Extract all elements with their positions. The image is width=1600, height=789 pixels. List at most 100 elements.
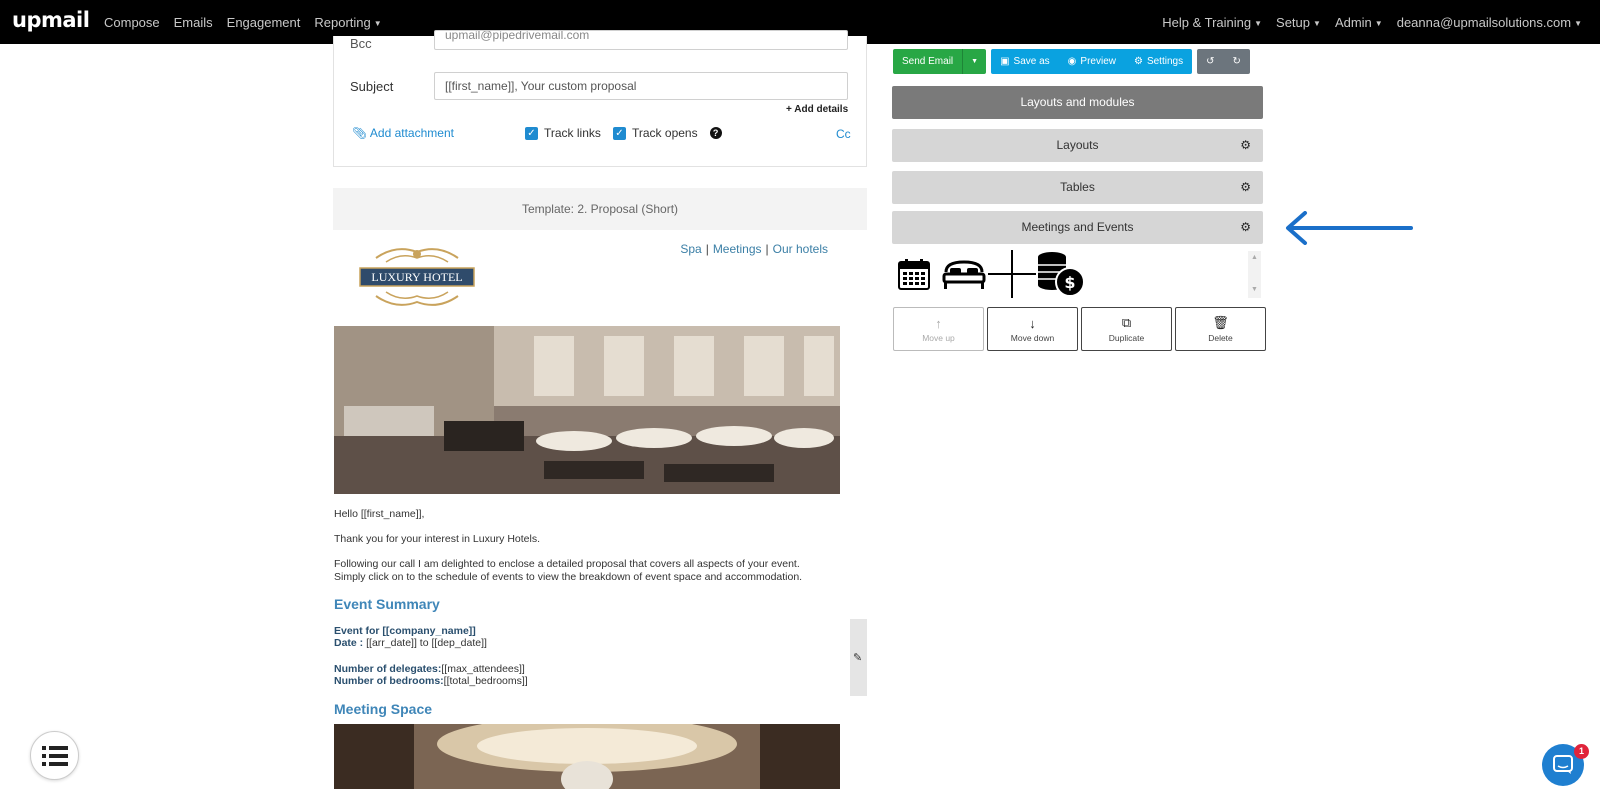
scroll-down-arrow-icon[interactable]: ▼ — [1251, 286, 1258, 293]
move-up-button[interactable]: ↑ Move up — [893, 307, 984, 351]
hero-ballroom-image — [334, 326, 840, 494]
upmail-logo[interactable]: upmail — [12, 8, 90, 32]
delegates-value: [[max_attendees]] — [441, 663, 525, 675]
add-attachment-link[interactable]: 📎︎ Add attachment — [352, 126, 454, 140]
caret-down-icon: ▼ — [1313, 18, 1321, 28]
nav-admin[interactable]: Admin ▼ — [1335, 15, 1383, 30]
undo-redo-group: ↺ ↻ — [1197, 49, 1250, 74]
redo-button[interactable]: ↻ — [1223, 49, 1250, 74]
add-details-link[interactable]: + Add details — [786, 104, 848, 115]
nav-reporting[interactable]: Reporting ▼ — [314, 15, 381, 30]
nav-help-training[interactable]: Help & Training ▼ — [1162, 15, 1262, 30]
send-email-button[interactable]: Send Email — [893, 49, 963, 74]
nav-setup[interactable]: Setup ▼ — [1276, 15, 1321, 30]
move-down-button[interactable]: ↓ Move down — [987, 307, 1078, 351]
caret-down-icon: ▼ — [1574, 18, 1582, 28]
help-question-icon[interactable]: ? — [709, 127, 722, 139]
cc-link[interactable]: Cc — [836, 127, 851, 141]
email-thanks: Thank you for your interest in Luxury Ho… — [334, 533, 541, 545]
settings-button[interactable]: ⚙ Settings — [1124, 49, 1193, 74]
nav-help-label: Help & Training — [1162, 14, 1252, 30]
nav-emails[interactable]: Emails — [174, 15, 213, 30]
gears-icon: ⚙ — [1133, 56, 1143, 67]
accordion-layouts-label: Layouts — [1056, 138, 1099, 152]
edit-module-strip[interactable]: ✎ — [850, 619, 867, 696]
bedrooms-row: Number of bedrooms:[[total_bedrooms]] — [334, 675, 528, 688]
gear-icon[interactable]: ⚙ — [1240, 171, 1251, 204]
arrow-down-icon: ↓ — [1029, 315, 1036, 331]
module-icons-row: $ — [898, 250, 1253, 298]
preview-button[interactable]: ◉ Preview — [1058, 49, 1125, 74]
email-link-meetings[interactable]: Meetings — [713, 242, 762, 256]
notification-badge: 1 — [1574, 744, 1589, 759]
bcc-label: Bcc — [350, 36, 372, 51]
save-preview-settings-group: ▣ Save as ◉ Preview ⚙ Settings — [991, 49, 1193, 74]
accordion-tables-label: Tables — [1060, 180, 1095, 194]
user-email: deanna@upmailsolutions.com — [1396, 14, 1572, 30]
accordion-meetings-events[interactable]: Meetings and Events ⚙ — [892, 211, 1263, 244]
annotation-arrow-icon — [1286, 211, 1413, 245]
preview-label: Preview — [1080, 56, 1116, 67]
undo-button[interactable]: ↺ — [1197, 49, 1224, 74]
track-opens-checkbox[interactable]: ✓ Track opens ? — [613, 126, 722, 140]
calendar-icon[interactable] — [898, 258, 930, 290]
accordion-meetings-events-label: Meetings and Events — [1021, 220, 1134, 234]
undo-icon: ↺ — [1206, 56, 1215, 67]
nav-reporting-label: Reporting — [314, 14, 371, 30]
save-as-button[interactable]: ▣ Save as — [991, 49, 1059, 74]
duplicate-label: Duplicate — [1108, 333, 1145, 343]
duplicate-button[interactable]: ⧉ Duplicate — [1081, 307, 1172, 351]
date-value: [[arr_date]] to [[dep_date]] — [366, 637, 487, 649]
floppy-disk-icon: ▣ — [1000, 56, 1010, 67]
trash-icon: 🗑︎ — [1212, 315, 1229, 330]
link-separator: | — [765, 242, 769, 256]
subject-field[interactable]: [[first_name]], Your custom proposal — [434, 72, 848, 100]
coins-dollar-icon[interactable]: $ — [1036, 250, 1086, 298]
nav-admin-label: Admin — [1334, 14, 1372, 30]
delete-label: Delete — [1208, 333, 1233, 343]
email-link-spa[interactable]: Spa — [680, 242, 701, 256]
email-link-our-hotels[interactable]: Our hotels — [773, 242, 828, 256]
bcc-field[interactable]: upmail@pipedrivemail.com — [434, 30, 848, 50]
email-preview: LUXURY HOTEL Spa | Meetings | Our hotels Hel… — [334, 238, 840, 789]
svg-text:$: $ — [1064, 273, 1075, 292]
module-scrollbar[interactable]: ▲ ▼ — [1248, 251, 1261, 298]
accordion-layouts[interactable]: Layouts ⚙ — [892, 129, 1263, 162]
add-attachment-label: Add attachment — [369, 126, 454, 140]
gear-icon[interactable]: ⚙ — [1240, 129, 1251, 162]
gear-icon[interactable]: ⚙ — [1240, 211, 1251, 244]
chat-icon — [1553, 755, 1573, 774]
link-separator: | — [705, 242, 709, 256]
copy-icon: ⧉ — [1121, 315, 1132, 330]
send-email-group: Send Email ▼ — [893, 49, 987, 74]
scroll-up-arrow-icon[interactable]: ▲ — [1251, 254, 1258, 261]
builder-toolbar: Send Email ▼ ▣ Save as ◉ Preview ⚙ Settings… — [893, 49, 1250, 74]
paperclip-icon: 📎︎ — [352, 126, 368, 140]
move-down-label: Move down — [1010, 332, 1055, 343]
track-links-checkbox[interactable]: ✓ Track links — [525, 126, 601, 140]
meeting-space-image — [334, 724, 840, 789]
email-paragraph-1: Following our call I am delighted to enc… — [334, 558, 800, 570]
email-header-links: Spa | Meetings | Our hotels — [680, 242, 828, 256]
plus-icon[interactable] — [988, 250, 1036, 298]
delete-button[interactable]: 🗑︎ Delete — [1175, 307, 1266, 351]
save-as-label: Save as — [1013, 56, 1050, 67]
send-email-dropdown[interactable]: ▼ — [962, 49, 987, 74]
track-links-label: Track links — [544, 126, 601, 140]
arrow-up-icon: ↑ — [935, 315, 942, 331]
redo-icon: ↻ — [1232, 56, 1241, 67]
template-label: Template: 2. Proposal (Short) — [333, 188, 867, 230]
bedrooms-value: [[total_bedrooms]] — [443, 675, 528, 687]
caret-down-icon: ▼ — [971, 58, 979, 65]
edit-pencil-icon[interactable]: ✎ — [853, 651, 862, 664]
nav-engagement[interactable]: Engagement — [227, 15, 301, 30]
luxury-hotel-logo: LUXURY HOTEL — [359, 248, 475, 306]
event-date-row: Date : [[arr_date]] to [[dep_date]] — [334, 637, 487, 650]
list-icon — [41, 745, 68, 766]
outline-menu-button[interactable] — [30, 731, 79, 780]
nav-compose[interactable]: Compose — [104, 15, 160, 30]
caret-down-icon: ▼ — [1374, 18, 1383, 28]
accordion-tables[interactable]: Tables ⚙ — [892, 171, 1263, 204]
bed-icon[interactable] — [942, 258, 986, 290]
nav-user-account[interactable]: deanna@upmailsolutions.com ▼ — [1397, 15, 1582, 30]
